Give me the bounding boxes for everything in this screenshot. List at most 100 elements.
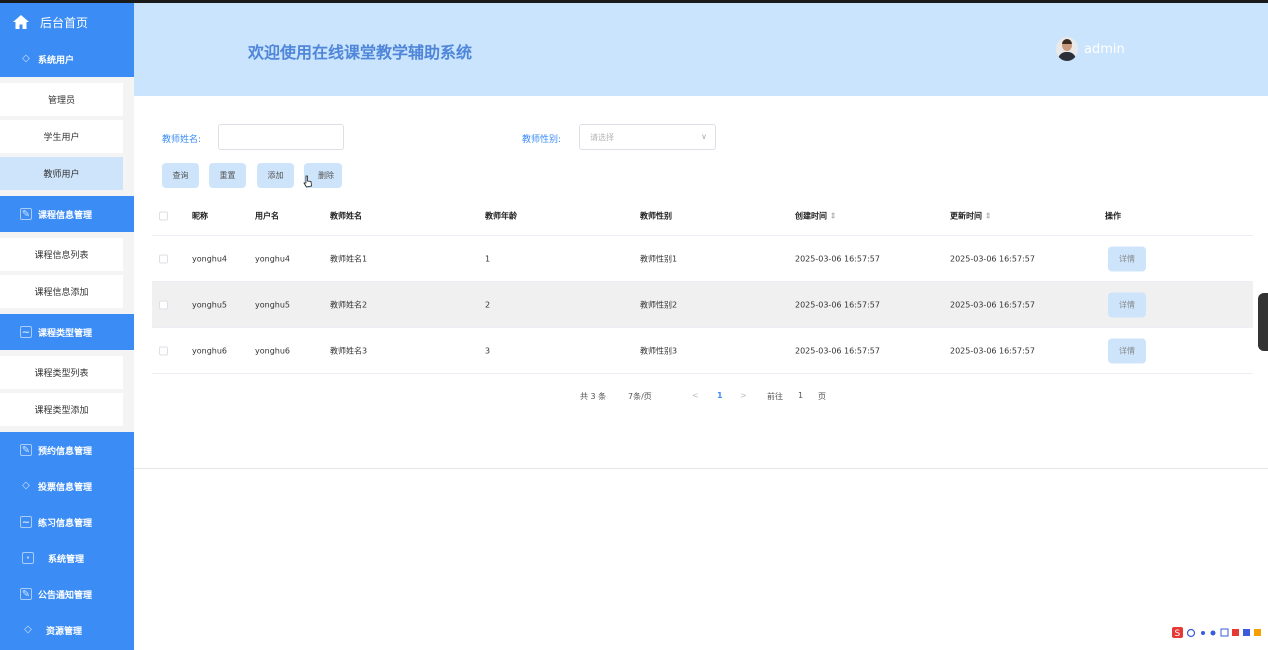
sort-icon[interactable]: ⇕ <box>830 211 837 220</box>
edit-icon: ✎ <box>20 588 32 600</box>
teacher-name-label: 教师姓名: <box>162 135 202 145</box>
col-gender: 教师性别 <box>640 211 672 220</box>
floating-side-tab[interactable] <box>1258 293 1268 351</box>
sidebar-item-teacher[interactable]: 教师用户 <box>0 157 123 190</box>
sidebar-group-resource[interactable]: ◇ 资源管理 <box>0 612 134 648</box>
sidebar-group-label: 公告通知管理 <box>38 590 93 601</box>
sidebar-group-course-type[interactable]: ~ 课程类型管理 <box>0 314 134 350</box>
setting-icon: · <box>22 552 34 564</box>
page-size-label: 7条/页 <box>628 392 652 401</box>
sidebar-group-notice[interactable]: ✎ 公告通知管理 <box>0 576 134 612</box>
sidebar-item-course-type-add[interactable]: 课程类型添加 <box>0 393 123 426</box>
cell-gender: 教师性别3 <box>640 346 678 355</box>
table-row: yonghu6 yonghu6 教师姓名3 3 教师性别3 2025-03-06… <box>152 328 1253 374</box>
detail-button[interactable]: 详情 <box>1108 246 1146 271</box>
sidebar-group-booking[interactable]: ✎ 预约信息管理 <box>0 432 134 468</box>
prev-page-button[interactable]: < <box>692 391 699 400</box>
col-created[interactable]: 创建时间 ⇕ <box>795 210 837 221</box>
page-unit-label: 页 <box>818 392 826 401</box>
chevron-down-icon: ∨ <box>642 391 648 400</box>
cell-nickname: yonghu6 <box>192 346 228 355</box>
edit-icon: ✎ <box>20 444 32 456</box>
sort-icon[interactable]: ⇕ <box>985 211 992 220</box>
edit-icon: ✎ <box>20 208 32 220</box>
sidebar-item-admin[interactable]: 管理员 <box>0 83 123 116</box>
diamond-icon: ◇ <box>24 624 32 635</box>
cell-gender: 教师性别2 <box>640 300 678 309</box>
next-page-button[interactable]: > <box>740 391 747 400</box>
goto-label: 前往 <box>767 392 783 401</box>
cell-created: 2025-03-06 16:57:57 <box>795 254 880 263</box>
sidebar-group-label: 课程信息管理 <box>38 210 93 221</box>
home-icon <box>12 14 30 30</box>
col-age: 教师年龄 <box>485 211 517 220</box>
user-menu[interactable]: admin <box>1056 37 1125 61</box>
main-content: 教师姓名: 教师性别: 请选择 ∨ 查询 重置 添加 删除 昵称 用户名 教师姓… <box>134 96 1268 469</box>
sidebar-home[interactable]: 后台首页 <box>0 3 134 41</box>
mouse-cursor-icon <box>303 173 313 192</box>
table-row: yonghu5 yonghu5 教师姓名2 2 教师性别2 2025-03-06… <box>152 282 1253 328</box>
current-page[interactable]: 1 <box>717 391 723 400</box>
chevron-down-icon: ∨ <box>701 132 707 141</box>
select-all-checkbox[interactable] <box>159 211 168 220</box>
cell-age: 2 <box>485 300 491 309</box>
detail-button[interactable]: 详情 <box>1108 292 1146 317</box>
teacher-gender-select[interactable]: 请选择 ∨ <box>579 124 716 150</box>
sidebar-item-course-info-add[interactable]: 课程信息添加 <box>0 275 123 308</box>
sidebar-group-course-info[interactable]: ✎ 课程信息管理 <box>0 196 134 232</box>
col-name: 教师姓名 <box>330 211 362 220</box>
table-header-row: 昵称 用户名 教师姓名 教师年龄 教师性别 创建时间 ⇕ 更新时间 ⇕ 操作 <box>152 196 1253 236</box>
sidebar-item-student[interactable]: 学生用户 <box>0 120 123 153</box>
cell-updated: 2025-03-06 16:57:57 <box>950 254 1035 263</box>
sidebar-group-label: 练习信息管理 <box>38 518 93 529</box>
svg-text:S: S <box>1175 629 1181 639</box>
sidebar-group-label: 投票信息管理 <box>38 482 93 493</box>
cell-updated: 2025-03-06 16:57:57 <box>950 346 1035 355</box>
delete-button-label: 删除 <box>318 171 334 180</box>
cell-name: 教师姓名2 <box>330 300 368 309</box>
chart-icon: ~ <box>20 326 32 338</box>
sidebar-group-vote[interactable]: ◇ 投票信息管理 <box>0 468 134 504</box>
avatar <box>1056 37 1078 61</box>
select-placeholder: 请选择 <box>590 132 614 142</box>
sidebar-group-label: 系统管理 <box>48 554 85 565</box>
sidebar-home-label: 后台首页 <box>40 15 89 30</box>
sidebar-item-course-info-list[interactable]: 课程信息列表 <box>0 238 123 271</box>
sidebar-lower-groups: ✎ 预约信息管理 ◇ 投票信息管理 ~ 练习信息管理 · 系统管理 ✎ 公告通知… <box>0 432 134 650</box>
sidebar-group-label: 课程类型管理 <box>38 328 93 339</box>
col-username: 用户名 <box>255 211 279 220</box>
cell-age: 1 <box>485 254 491 263</box>
sidebar-group-system[interactable]: · 系统管理 <box>0 540 134 576</box>
sidebar-group-label: 预约信息管理 <box>38 446 93 457</box>
teacher-table: 昵称 用户名 教师姓名 教师年龄 教师性别 创建时间 ⇕ 更新时间 ⇕ 操作 y… <box>152 196 1253 374</box>
sidebar-submenu-course-info: 课程信息列表 课程信息添加 <box>0 232 134 314</box>
chart-icon: ~ <box>20 516 32 528</box>
goto-page-input[interactable]: 1 <box>798 391 803 400</box>
reset-button[interactable]: 重置 <box>209 163 246 188</box>
page-title: 欢迎使用在线课堂教学辅助系统 <box>248 43 473 62</box>
sidebar-group-practice[interactable]: ~ 练习信息管理 <box>0 504 134 540</box>
sidebar-item-course-type-list[interactable]: 课程类型列表 <box>0 356 123 389</box>
row-checkbox[interactable] <box>159 300 168 309</box>
cell-username: yonghu6 <box>255 346 291 355</box>
table-row: yonghu4 yonghu4 教师姓名1 1 教师性别1 2025-03-06… <box>152 236 1253 282</box>
row-checkbox[interactable] <box>159 254 168 263</box>
teacher-name-input[interactable] <box>218 124 344 150</box>
sidebar: 后台首页 ◇ 系统用户 管理员 学生用户 教师用户 ✎ 课程信息管理 课程信息列… <box>0 3 134 650</box>
col-created-label: 创建时间 <box>795 211 827 220</box>
sidebar-submenu-course-type: 课程类型列表 课程类型添加 <box>0 350 134 432</box>
sidebar-group-label: 系统用户 <box>38 55 75 66</box>
cell-created: 2025-03-06 16:57:57 <box>795 346 880 355</box>
col-updated-label: 更新时间 <box>950 211 982 220</box>
cell-created: 2025-03-06 16:57:57 <box>795 300 880 309</box>
row-checkbox[interactable] <box>159 346 168 355</box>
cell-name: 教师姓名3 <box>330 346 368 355</box>
add-button[interactable]: 添加 <box>257 163 294 188</box>
sidebar-group-system-users[interactable]: ◇ 系统用户 <box>0 41 134 77</box>
col-updated[interactable]: 更新时间 ⇕ <box>950 210 992 221</box>
sidebar-submenu-users: 管理员 学生用户 教师用户 <box>0 77 134 196</box>
cell-nickname: yonghu4 <box>192 254 228 263</box>
detail-button[interactable]: 详情 <box>1108 338 1146 363</box>
query-button[interactable]: 查询 <box>162 163 199 188</box>
system-tray: S <box>1171 626 1268 639</box>
